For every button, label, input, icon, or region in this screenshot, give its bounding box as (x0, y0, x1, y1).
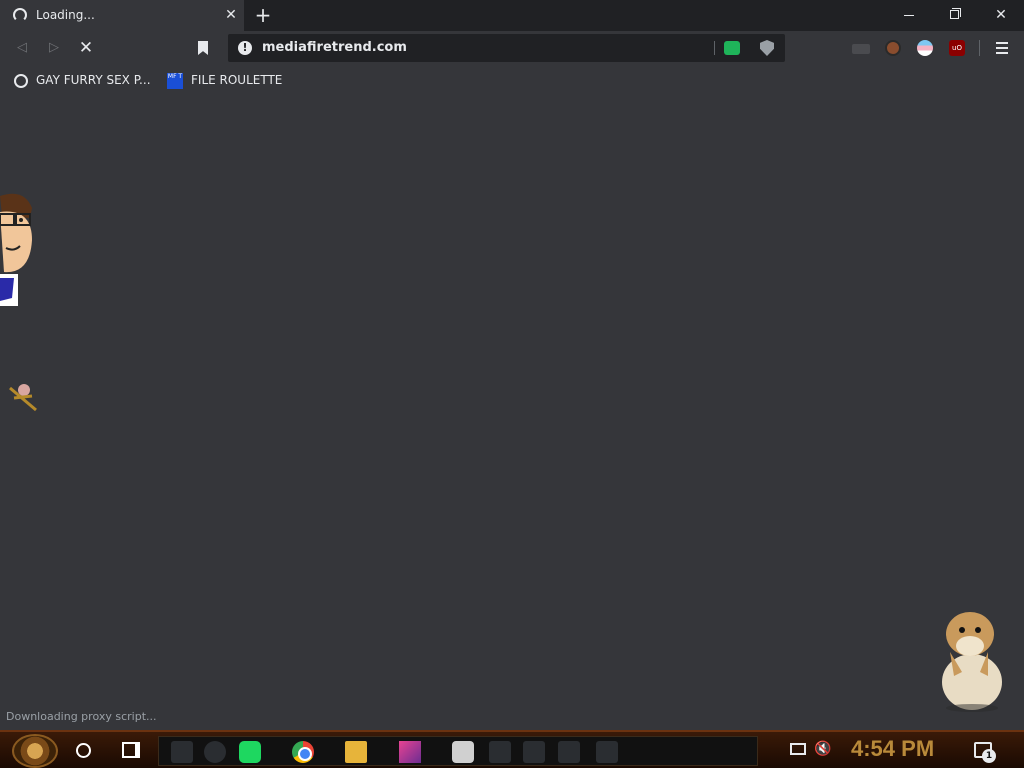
menu-icon[interactable] (996, 42, 1008, 54)
restore-icon (950, 10, 959, 19)
chrome-icon[interactable] (292, 741, 314, 763)
bookmark-item[interactable]: MF T FILE ROULETTE (167, 71, 282, 89)
pinned-app-icon[interactable] (489, 741, 511, 763)
cartoon-man-overlay (0, 193, 32, 306)
toolbar-divider (979, 40, 980, 56)
tab-close-icon[interactable]: ✕ (222, 6, 240, 24)
flag-extension-icon[interactable] (917, 40, 933, 56)
tab-active[interactable]: Loading... ✕ (0, 0, 244, 31)
tab-strip: Loading... ✕ + ✕ (0, 0, 1024, 31)
avatar-extension-icon[interactable] (885, 40, 901, 56)
ublock-icon[interactable]: uO (949, 40, 965, 56)
pinned-app-icon[interactable] (558, 741, 580, 763)
pinned-apps (158, 736, 758, 766)
app-icon[interactable] (399, 741, 421, 763)
hamster-overlay (942, 612, 1002, 712)
network-icon[interactable] (790, 743, 806, 755)
notification-badge: 1 (982, 749, 996, 763)
extension-green-icon[interactable] (724, 41, 740, 55)
omnibox-divider (714, 41, 715, 55)
back-button[interactable]: ◁ (10, 36, 34, 60)
forward-button[interactable]: ▷ (42, 36, 66, 60)
bookmark-label: FILE ROULETTE (191, 73, 283, 87)
start-button[interactable] (12, 734, 58, 768)
tab-title: Loading... (36, 8, 95, 22)
pinned-app-icon[interactable] (171, 741, 193, 763)
minimize-icon (904, 15, 914, 16)
restore-button[interactable] (932, 0, 978, 31)
clock[interactable]: 4:54 PM (851, 736, 934, 762)
bookmark-label: GAY FURRY SEX P... (36, 73, 151, 87)
minimize-button[interactable] (886, 0, 932, 31)
new-tab-button[interactable]: + (252, 4, 274, 26)
globe-icon (14, 73, 28, 88)
search-icon[interactable] (76, 743, 91, 758)
small-figure-overlay (9, 384, 37, 412)
close-window-button[interactable]: ✕ (978, 0, 1024, 31)
task-view-icon[interactable] (122, 742, 140, 758)
pinned-app-icon[interactable] (596, 741, 618, 763)
info-icon[interactable]: ! (238, 41, 252, 55)
volume-muted-icon[interactable]: 🔇 (814, 741, 831, 757)
spotify-icon[interactable] (239, 741, 261, 763)
spinner-icon (13, 8, 27, 22)
toolbar: ◁ ▷ ✕ ! mediafiretrend.com uO (0, 31, 1024, 65)
extension-icon[interactable] (852, 44, 870, 54)
url-text[interactable]: mediafiretrend.com (262, 40, 407, 55)
bookmark-item[interactable]: GAY FURRY SEX P... (14, 71, 151, 89)
pinned-app-icon[interactable] (204, 741, 226, 763)
stop-loading-button[interactable]: ✕ (74, 36, 98, 60)
taskbar: 🔇 4:54 PM 1 (0, 730, 1024, 768)
bookmark-icon[interactable] (198, 41, 208, 55)
skull-icon[interactable] (452, 741, 474, 763)
bookmarks-bar: GAY FURRY SEX P... MF T FILE ROULETTE (0, 65, 1024, 95)
mft-icon: MF T (167, 72, 183, 89)
folder-icon[interactable] (345, 741, 367, 763)
screen: Loading... ✕ + ✕ ◁ ▷ ✕ ! mediafiretrend.… (0, 0, 1024, 768)
shield-icon[interactable] (760, 40, 774, 56)
address-bar[interactable]: ! mediafiretrend.com (228, 34, 785, 62)
system-tray: 🔇 4:54 PM 1 (778, 732, 1024, 768)
pinned-app-icon[interactable] (523, 741, 545, 763)
status-text: Downloading proxy script... (0, 708, 163, 725)
page-content: Downloading proxy script... (0, 95, 1024, 730)
